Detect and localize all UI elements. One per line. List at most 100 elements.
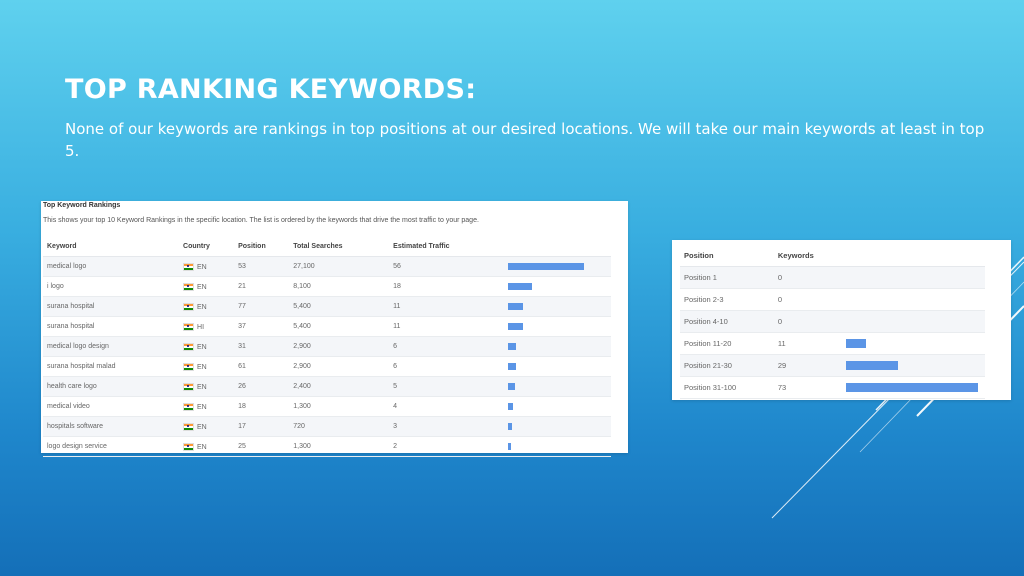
traffic-bar bbox=[508, 383, 516, 390]
position-cell-text: 31 bbox=[238, 343, 246, 350]
position-cell: 26 bbox=[234, 376, 290, 397]
country-code: EN bbox=[197, 343, 207, 351]
column-header-traffic-bar bbox=[504, 237, 611, 257]
india-flag-icon bbox=[183, 342, 195, 351]
position-cell-text: 53 bbox=[238, 263, 246, 270]
table-row[interactable]: Position 2-3 0 bbox=[680, 288, 985, 311]
column-header-keyword[interactable]: Keyword bbox=[43, 237, 180, 257]
keywords-cell: 0 bbox=[773, 310, 842, 333]
table-row[interactable]: Position 1 0 bbox=[680, 266, 985, 289]
traffic-bar-cell bbox=[504, 436, 611, 457]
position-cell: 53 bbox=[234, 256, 290, 277]
estimated-traffic-cell-text: 4 bbox=[393, 403, 398, 410]
traffic-bar-cell bbox=[504, 376, 611, 397]
estimated-traffic-cell: 18 bbox=[389, 276, 505, 297]
table-row[interactable]: surana hospital malad EN 61 2,900 6 bbox=[43, 356, 611, 377]
country-code: EN bbox=[197, 303, 207, 311]
traffic-bar-cell bbox=[504, 316, 611, 337]
estimated-traffic-cell: 56 bbox=[389, 256, 505, 277]
keyword-cell: health care logo bbox=[43, 376, 180, 397]
country-cell: EN bbox=[179, 416, 235, 437]
traffic-bar bbox=[508, 263, 585, 270]
total-searches-cell-text: 1,300 bbox=[293, 403, 311, 410]
top-keyword-rankings-panel: Top Keyword Rankings This shows your top… bbox=[41, 201, 628, 457]
total-searches-cell-text: 720 bbox=[293, 423, 305, 430]
country-code: EN bbox=[197, 383, 207, 391]
keyword-cell-text: surana hospital bbox=[47, 323, 95, 330]
position-cell: Position 21-30 bbox=[680, 354, 774, 377]
position-cell: Position 4-10 bbox=[680, 310, 774, 333]
estimated-traffic-cell-text: 18 bbox=[393, 283, 401, 290]
traffic-bar-cell bbox=[504, 396, 611, 417]
column-header-country[interactable]: Country bbox=[179, 237, 235, 257]
country-cell: EN bbox=[179, 356, 235, 377]
table-row[interactable]: medical video EN 18 1,300 4 bbox=[43, 396, 611, 417]
table-row[interactable]: surana hospital EN 77 5,400 11 bbox=[43, 296, 611, 317]
estimated-traffic-cell-text: 5 bbox=[393, 383, 398, 390]
total-searches-cell: 1,300 bbox=[289, 436, 390, 457]
position-cell-text: 37 bbox=[238, 323, 246, 330]
total-searches-cell: 2,400 bbox=[289, 376, 390, 397]
table-row[interactable]: Position 11-20 11 bbox=[680, 332, 985, 355]
estimated-traffic-cell-text: 11 bbox=[393, 323, 401, 330]
estimated-traffic-cell-text: 11 bbox=[393, 303, 401, 310]
india-flag-icon bbox=[183, 282, 195, 291]
position-cell: 17 bbox=[234, 416, 290, 437]
estimated-traffic-cell: 3 bbox=[389, 416, 505, 437]
total-searches-cell-text: 2,900 bbox=[293, 363, 311, 370]
keyword-cell-text: medical logo bbox=[47, 263, 87, 270]
keywords-cell: 73 bbox=[773, 376, 842, 399]
position-cell-text: 17 bbox=[238, 423, 246, 430]
estimated-traffic-cell: 6 bbox=[389, 336, 505, 357]
keyword-cell-text: hospitals software bbox=[47, 423, 104, 430]
country-code: EN bbox=[197, 403, 207, 411]
position-cell: 18 bbox=[234, 396, 290, 417]
table-row[interactable]: hospitals software EN 17 720 3 bbox=[43, 416, 611, 437]
keywords-bar bbox=[845, 339, 866, 348]
table-row[interactable]: i logo EN 21 8,100 18 bbox=[43, 276, 611, 297]
table-row[interactable]: Position 31-100 73 bbox=[680, 376, 985, 399]
country-cell: EN bbox=[179, 376, 235, 397]
keyword-cell: medical logo design bbox=[43, 336, 180, 357]
traffic-bar-cell bbox=[504, 296, 611, 317]
position-text: Position 31-100 bbox=[684, 383, 737, 392]
total-searches-cell: 2,900 bbox=[289, 336, 390, 357]
keywords-bar bbox=[845, 361, 898, 370]
column-header-keywords[interactable]: Keywords bbox=[773, 245, 842, 267]
traffic-bar-cell bbox=[504, 336, 611, 357]
country-cell: HI bbox=[179, 316, 235, 337]
keyword-cell-text: health care logo bbox=[47, 383, 97, 390]
position-cell: Position 2-3 bbox=[680, 288, 774, 311]
india-flag-icon bbox=[183, 442, 195, 451]
column-header-estimated-traffic[interactable]: Estimated Traffic bbox=[389, 237, 505, 257]
total-searches-cell-text: 27,100 bbox=[293, 263, 315, 270]
country-code: EN bbox=[197, 423, 207, 431]
keywords-text: 11 bbox=[777, 339, 786, 348]
slide-subtitle: None of our keywords are rankings in top… bbox=[65, 120, 985, 160]
column-header-position[interactable]: Position bbox=[234, 237, 290, 257]
country-code: EN bbox=[197, 443, 207, 451]
column-header-position[interactable]: Position bbox=[680, 245, 774, 267]
india-flag-icon bbox=[183, 402, 195, 411]
traffic-bar bbox=[508, 363, 517, 370]
table-row[interactable]: Position 4-10 0 bbox=[680, 310, 985, 333]
india-flag-icon bbox=[183, 302, 195, 311]
country-cell: EN bbox=[179, 296, 235, 317]
table-row[interactable]: medical logo EN 53 27,100 56 bbox=[43, 256, 611, 277]
table-row[interactable]: health care logo EN 26 2,400 5 bbox=[43, 376, 611, 397]
panel-title: Top Keyword Rankings bbox=[43, 202, 121, 209]
column-header-keywords-bar bbox=[841, 245, 985, 267]
keywords-bar-cell bbox=[841, 288, 985, 311]
keywords-bar-cell bbox=[841, 310, 985, 333]
traffic-bar bbox=[508, 283, 533, 290]
keyword-cell-text: surana hospital malad bbox=[47, 363, 116, 370]
keywords-text: 0 bbox=[777, 273, 783, 282]
table-row[interactable]: Position 21-30 29 bbox=[680, 354, 985, 377]
table-row[interactable]: logo design service EN 25 1,300 2 bbox=[43, 436, 611, 457]
india-flag-icon bbox=[183, 262, 195, 271]
table-row[interactable]: surana hospital HI 37 5,400 11 bbox=[43, 316, 611, 337]
position-cell: 25 bbox=[234, 436, 290, 457]
table-row[interactable]: medical logo design EN 31 2,900 6 bbox=[43, 336, 611, 357]
estimated-traffic-cell: 6 bbox=[389, 356, 505, 377]
column-header-total-searches[interactable]: Total Searches bbox=[289, 237, 390, 257]
